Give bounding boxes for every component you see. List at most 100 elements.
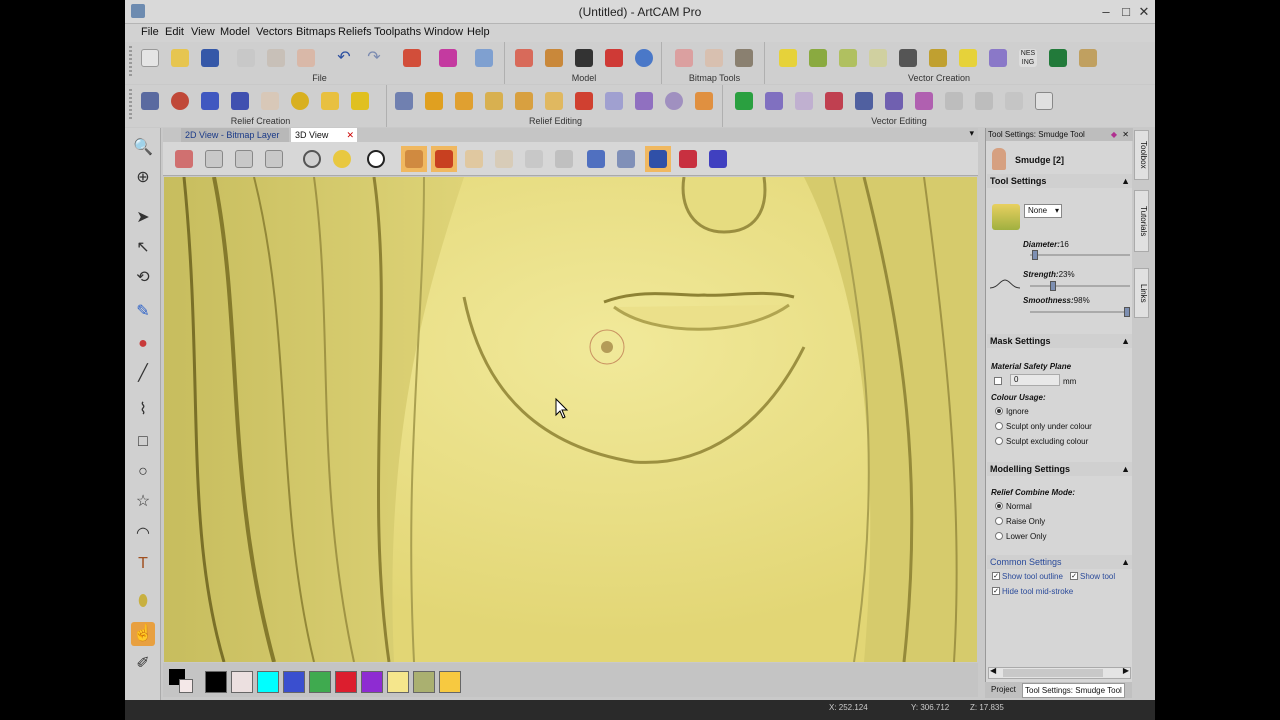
view-tool-1[interactable] (461, 146, 487, 172)
view-front-button[interactable] (201, 146, 227, 172)
scroll-left-icon[interactable]: ◀ (990, 666, 996, 675)
collapse-icon[interactable]: ▲ (1121, 334, 1130, 348)
text-icon[interactable]: T (131, 552, 155, 576)
relief-edit-11[interactable] (691, 88, 717, 114)
vector-edit-9[interactable] (971, 88, 997, 114)
relief-edit-8[interactable] (601, 88, 627, 114)
view-iso-button[interactable] (171, 146, 197, 172)
edit-button[interactable] (399, 45, 425, 71)
section-tool-settings[interactable]: Tool Settings ▲ (987, 174, 1132, 188)
view-tool-7[interactable] (645, 146, 671, 172)
radio-raise-only[interactable] (995, 517, 1003, 525)
visibility-button[interactable] (363, 146, 389, 172)
relief-edit-2[interactable] (421, 88, 447, 114)
drop-icon[interactable]: ⬮ (131, 590, 155, 614)
relief-edit-9[interactable] (631, 88, 657, 114)
close-button[interactable]: ✕ (1135, 3, 1153, 21)
vector-edit-3[interactable] (791, 88, 817, 114)
relief-edit-10[interactable] (661, 88, 687, 114)
relief-tool-7[interactable] (317, 88, 343, 114)
layer-select[interactable]: None ▾ (1024, 204, 1062, 218)
side-tab-links[interactable]: Links (1134, 268, 1149, 318)
menu-bitmaps[interactable]: Bitmaps (296, 26, 336, 38)
menu-toolpaths[interactable]: Toolpaths (374, 26, 421, 38)
pin-icon[interactable]: ◆ (1111, 128, 1117, 141)
side-tab-tutorials[interactable]: Tutorials (1134, 190, 1149, 252)
node-edit-icon[interactable]: ↖ (131, 236, 155, 260)
vector-edit-6[interactable] (881, 88, 907, 114)
vector-tool-2[interactable] (805, 45, 831, 71)
sculpt-icon[interactable]: ✐ (131, 652, 155, 676)
smoothness-slider[interactable] (1030, 307, 1130, 317)
colour-swatch[interactable] (361, 671, 383, 693)
fill-icon[interactable]: ● (131, 332, 155, 356)
vector-tool-1[interactable] (775, 45, 801, 71)
colour-swatch[interactable] (439, 671, 461, 693)
model-wizard-button[interactable] (471, 45, 497, 71)
light-button[interactable] (329, 146, 355, 172)
vector-tool-7[interactable] (955, 45, 981, 71)
vector-edit-5[interactable] (851, 88, 877, 114)
model-tool-1[interactable] (511, 45, 537, 71)
3d-viewport[interactable] (164, 177, 977, 662)
eraser-button[interactable] (435, 45, 461, 71)
relief-tool-3[interactable] (197, 88, 223, 114)
rectangle-icon[interactable]: □ (131, 430, 155, 454)
menu-file[interactable]: File (141, 26, 159, 38)
model-tool-2[interactable] (541, 45, 567, 71)
tab-project[interactable]: Project (989, 685, 1018, 694)
scroll-right-icon[interactable]: ▶ (1123, 666, 1129, 675)
minimize-button[interactable]: – (1097, 3, 1115, 21)
relief-tool-6[interactable] (287, 88, 313, 114)
star-icon[interactable]: ☆ (131, 490, 155, 514)
vector-edit-7[interactable] (911, 88, 937, 114)
view-tool-6[interactable] (613, 146, 639, 172)
tab-tool-settings[interactable]: Tool Settings: Smudge Tool (1022, 683, 1125, 698)
relief-edit-7[interactable] (571, 88, 597, 114)
copy-button[interactable] (263, 45, 289, 71)
vector-edit-1[interactable] (731, 88, 757, 114)
active-colour-indicator[interactable] (169, 669, 195, 693)
smudge-icon[interactable]: ☝ (131, 622, 155, 646)
vector-tool-9[interactable]: NES ING (1015, 45, 1041, 71)
menu-edit[interactable]: Edit (165, 26, 184, 38)
view-tool-2[interactable] (491, 146, 517, 172)
radio-lower-only[interactable] (995, 532, 1003, 540)
colour-swatch[interactable] (257, 671, 279, 693)
side-tab-toolbox[interactable]: Toolbox (1134, 130, 1149, 180)
diameter-slider[interactable] (1030, 250, 1130, 260)
menu-window[interactable]: Window (424, 26, 463, 38)
colour-swatch[interactable] (309, 671, 331, 693)
collapse-icon[interactable]: ▲ (1121, 555, 1130, 569)
model-tool-4[interactable] (601, 45, 627, 71)
vector-tool-6[interactable] (925, 45, 951, 71)
maximize-button[interactable]: □ (1117, 3, 1135, 21)
open-file-button[interactable] (167, 45, 193, 71)
redo-button[interactable]: ↷ (361, 45, 387, 71)
view-top-button[interactable] (261, 146, 287, 172)
vector-edit-4[interactable] (821, 88, 847, 114)
relief-edit-5[interactable] (511, 88, 537, 114)
section-mask-settings[interactable]: Mask Settings ▲ (987, 334, 1132, 348)
zoom-button[interactable] (299, 146, 325, 172)
bitmap-tool-1[interactable] (671, 45, 697, 71)
view-tool-8[interactable] (675, 146, 701, 172)
tab-3d-view[interactable]: 3D View ✕ (291, 128, 357, 142)
radio-sculpt-under[interactable] (995, 422, 1003, 430)
vector-edit-10[interactable] (1001, 88, 1027, 114)
arc-icon[interactable]: ◠ (131, 522, 155, 546)
relief-edit-6[interactable] (541, 88, 567, 114)
diameter-slider-thumb[interactable] (1032, 250, 1038, 260)
model-tool-5[interactable] (631, 45, 657, 71)
relief-edit-4[interactable] (481, 88, 507, 114)
collapse-icon[interactable]: ▲ (1121, 462, 1130, 476)
msp-checkbox[interactable] (994, 377, 1002, 385)
cut-button[interactable] (233, 45, 259, 71)
paste-button[interactable] (293, 45, 319, 71)
colour-swatch[interactable] (205, 671, 227, 693)
view-tool-4[interactable] (551, 146, 577, 172)
show-tool-checkbox[interactable]: ✓ (1070, 572, 1078, 580)
relief-tool-8[interactable] (347, 88, 373, 114)
colour-swatch[interactable] (413, 671, 435, 693)
polyline-icon[interactable]: ⌇ (131, 398, 155, 422)
